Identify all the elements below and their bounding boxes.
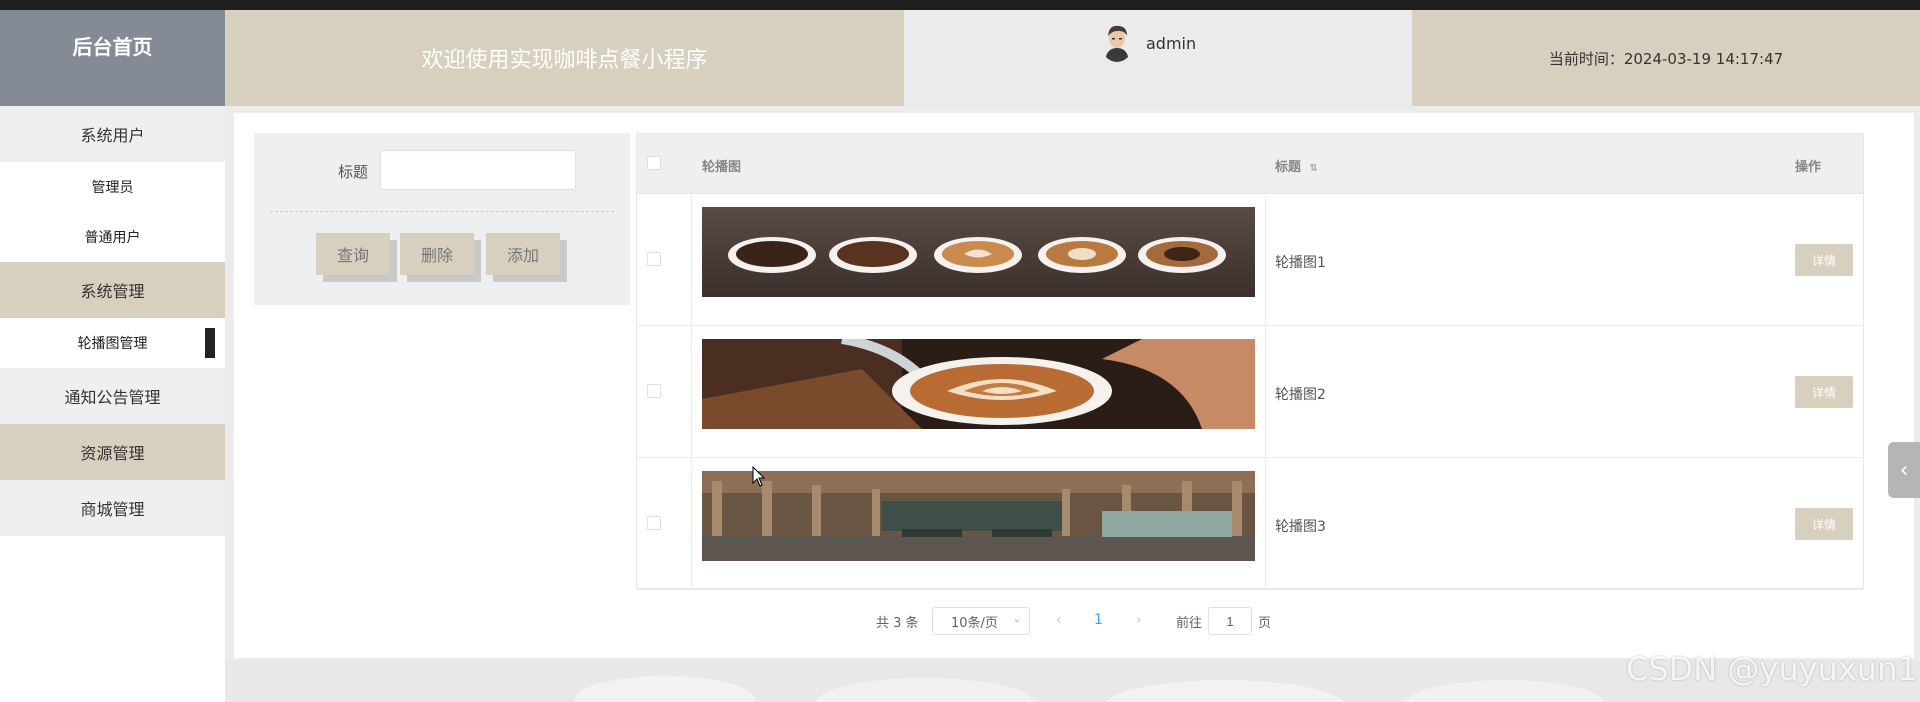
next-page-icon[interactable]: › [1136,612,1142,628]
sidebar-item-label: 系统用户 [80,126,145,145]
column-header-action: 操作 [1795,160,1822,175]
prev-page-icon[interactable]: ‹ [1056,612,1062,628]
carousel-image-cafe-interior[interactable] [702,471,1255,561]
table-row: 轮播图2 详情 [637,326,1863,458]
sidebar-item-mall-management[interactable]: 商城管理 [0,480,225,536]
search-form: 标题 查询 删除 添加 [254,133,630,305]
sidebar-item-label: 资源管理 [80,444,145,463]
detail-button[interactable]: 详情 [1795,508,1853,540]
table-header: 轮播图 标题 ⇅ 操作 [637,134,1863,194]
query-button[interactable]: 查询 [316,233,390,275]
detail-button[interactable]: 详情 [1795,376,1853,408]
watermark: CSDN @yuyuxun1 [1626,650,1918,688]
sidebar-item-normal-users[interactable]: 普通用户 [0,212,225,262]
sidebar: 系统用户 管理员 普通用户 系统管理 轮播图管理 通知公告管理 资源管理 商城管… [0,106,225,702]
carousel-image-latte-art[interactable] [702,339,1255,429]
row-title: 轮播图1 [1275,255,1326,271]
delete-button[interactable]: 删除 [400,233,474,275]
detail-button[interactable]: 详情 [1795,244,1853,276]
sidebar-item-label: 轮播图管理 [77,336,148,352]
username[interactable]: admin [1146,34,1196,53]
sidebar-item-carousel-management[interactable]: 轮播图管理 [0,318,225,368]
row-title: 轮播图3 [1275,519,1326,535]
app-title: 欢迎使用实现咖啡点餐小程序 [225,10,904,106]
page-size-select[interactable]: 10条/页 ⌄ [932,607,1030,635]
select-all-checkbox[interactable] [647,156,661,170]
mouse-cursor-icon [752,466,766,487]
row-title: 轮播图2 [1275,387,1326,403]
add-button[interactable]: 添加 [486,233,560,275]
active-indicator [205,328,215,358]
sidebar-item-label: 系统管理 [80,282,145,301]
avatar[interactable] [1100,20,1134,62]
top-border [0,0,1920,10]
row-checkbox[interactable] [647,252,661,266]
chevron-down-icon: ⌄ [1012,614,1021,625]
user-area: admin [904,10,1412,106]
chevron-left-icon: ‹ [1899,457,1909,483]
page-number[interactable]: 1 [1094,612,1103,628]
table-row: 轮播图1 详情 [637,194,1863,326]
column-header-title-label: 标题 [1275,160,1302,175]
goto-page-input[interactable] [1208,607,1252,635]
sidebar-item-notice-management[interactable]: 通知公告管理 [0,368,225,424]
home-link[interactable]: 后台首页 [0,10,225,106]
sidebar-item-admins[interactable]: 管理员 [0,162,225,212]
current-time: 当前时间：2024-03-19 14:17:47 [1412,10,1920,106]
table-row: 轮播图3 详情 [637,458,1863,590]
divider [270,211,614,212]
data-table: 轮播图 标题 ⇅ 操作 轮播图1 详情 轮播图2 详情 轮播图3 详情 [636,133,1864,590]
carousel-image-coffee-cups[interactable] [702,207,1255,297]
search-title-input[interactable] [380,150,576,190]
row-checkbox[interactable] [647,516,661,530]
column-header-image: 轮播图 [702,160,742,175]
sidebar-item-system-users[interactable]: 系统用户 [0,106,225,162]
sort-icon[interactable]: ⇅ [1310,163,1318,174]
sidebar-item-label: 管理员 [91,180,134,196]
page-size-value: 10条/页 [951,615,998,631]
search-label: 标题 [338,163,369,181]
sidebar-item-resource-management[interactable]: 资源管理 [0,424,225,480]
goto-suffix: 页 [1258,615,1272,631]
collapse-tab[interactable]: ‹ [1888,442,1920,498]
pagination-total: 共 3 条 [876,615,919,631]
row-checkbox[interactable] [647,384,661,398]
sidebar-item-label: 通知公告管理 [64,388,161,407]
sidebar-item-label: 商城管理 [80,500,145,519]
sidebar-item-label: 普通用户 [84,230,141,246]
column-header-title[interactable]: 标题 ⇅ [1275,156,1318,175]
sidebar-item-system-management[interactable]: 系统管理 [0,262,225,318]
header: 后台首页 欢迎使用实现咖啡点餐小程序 admin 当前时间：2024-03-19… [0,10,1920,106]
goto-prefix: 前往 [1176,615,1203,631]
